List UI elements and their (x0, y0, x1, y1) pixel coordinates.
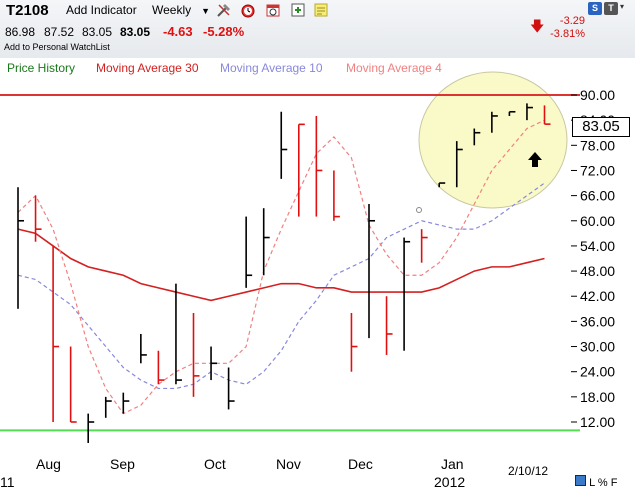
year-label: 2012 (434, 474, 466, 490)
marker-circle (416, 207, 422, 213)
y-tick-label: 42.00 (580, 288, 615, 304)
y-tick-label: 60.00 (580, 213, 615, 229)
price-chart[interactable]: 90.0084.0078.0072.0066.0060.0054.0048.00… (0, 0, 635, 497)
x-tick-label: Aug (36, 456, 61, 472)
y-tick-label: 30.00 (580, 339, 615, 355)
y-tick-label: 36.00 (580, 313, 615, 329)
last-date-label: 2/10/12 (508, 464, 549, 478)
x-tick-label: Jan (441, 456, 464, 472)
y-tick-label: 12.00 (580, 414, 615, 430)
current-price-label: 83.05 (572, 117, 630, 137)
y-tick-label: 90.00 (580, 87, 615, 103)
fit-button[interactable]: F (611, 477, 618, 489)
chart-type-icon[interactable] (575, 475, 586, 486)
left-edge-label: 11 (0, 474, 15, 490)
ma-line-30 (17, 228, 545, 302)
x-tick-label: Nov (276, 456, 301, 472)
y-tick-label: 78.00 (580, 137, 615, 153)
y-tick-label: 48.00 (580, 263, 615, 279)
y-tick-label: 54.00 (580, 238, 615, 254)
x-tick-label: Dec (348, 456, 373, 472)
bottom-toolbar: L % F (575, 475, 617, 489)
y-tick-label: 72.00 (580, 162, 615, 178)
y-tick-label: 66.00 (580, 188, 615, 204)
y-tick-label: 18.00 (580, 389, 615, 405)
log-scale-button[interactable]: L (589, 477, 595, 489)
y-tick-label: 24.00 (580, 364, 615, 380)
x-tick-label: Oct (204, 456, 226, 472)
ma-line-10 (17, 182, 545, 390)
highlight-ellipse (418, 71, 568, 209)
percent-scale-button[interactable]: % (598, 477, 608, 489)
x-tick-label: Sep (110, 456, 135, 472)
